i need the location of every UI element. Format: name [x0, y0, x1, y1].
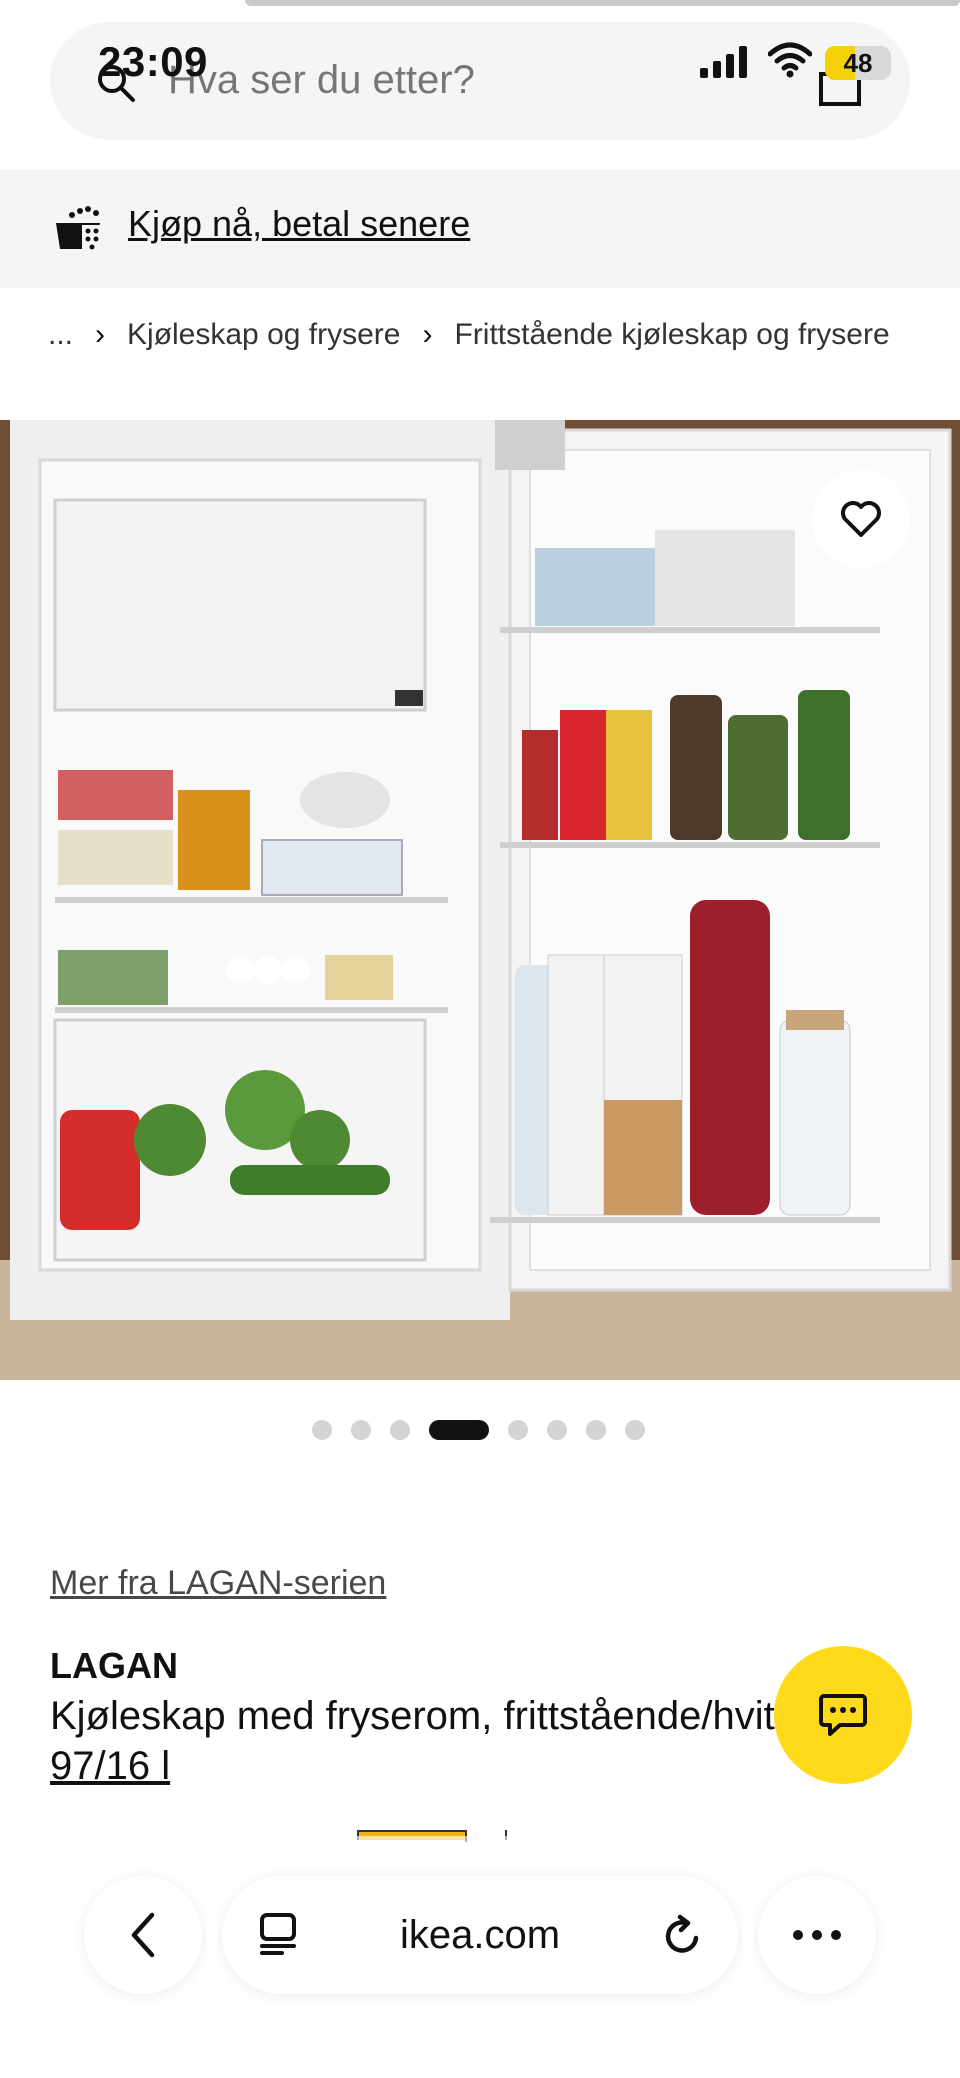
back-button[interactable] — [84, 1876, 202, 1994]
gallery-dot[interactable] — [547, 1420, 567, 1440]
chat-button[interactable] — [774, 1646, 912, 1784]
scroll-indicator — [245, 0, 960, 6]
product-description: Kjøleskap med fryserom, frittstående/hvi… — [50, 1694, 775, 1738]
gallery-dot[interactable] — [625, 1420, 645, 1440]
fridge-illustration — [0, 420, 960, 1380]
series-link[interactable]: Mer fra LAGAN-serien — [50, 1564, 386, 1603]
gallery-dot[interactable] — [586, 1420, 606, 1440]
gallery-dot[interactable] — [312, 1420, 332, 1440]
product-name: LAGAN — [50, 1645, 178, 1686]
favorite-button[interactable] — [812, 470, 910, 568]
product-image[interactable] — [0, 420, 960, 1380]
cellular-signal-icon — [700, 46, 747, 78]
breadcrumb-item-freestanding[interactable]: Frittstående kjøleskap og frysere — [454, 318, 889, 352]
gallery-pagination — [312, 1420, 664, 1440]
more-options-button[interactable] — [758, 1876, 876, 1994]
chevron-right-icon: › — [95, 318, 106, 351]
product-volume-link[interactable]: 97/16 l — [50, 1744, 170, 1789]
breadcrumb: ... › Kjøleskap og frysere › Frittståend… — [48, 318, 890, 352]
gallery-dot[interactable] — [351, 1420, 371, 1440]
heart-icon — [841, 501, 881, 537]
breadcrumb-item-fridges-freezers[interactable]: Kjøleskap og frysere — [127, 318, 400, 352]
battery-percent: 48 — [843, 48, 873, 78]
search-input[interactable]: Hva ser du etter? — [168, 58, 475, 103]
shopping-bag-dotted-icon — [56, 206, 102, 250]
ellipsis-icon — [793, 1930, 841, 1940]
chevron-right-icon: › — [422, 318, 433, 351]
pay-later-link[interactable]: Kjøp nå, betal senere — [128, 203, 470, 245]
gallery-dot[interactable] — [508, 1420, 528, 1440]
chat-bubble-icon — [819, 1694, 867, 1736]
chevron-left-icon — [131, 1912, 155, 1958]
gallery-dot[interactable] — [390, 1420, 410, 1440]
status-time: 23:09 — [98, 38, 208, 85]
breadcrumb-ellipsis[interactable]: ... — [48, 318, 73, 352]
wifi-icon — [768, 42, 812, 78]
battery-indicator: 48 — [825, 46, 891, 80]
gallery-dot-active[interactable] — [429, 1420, 489, 1440]
reload-icon[interactable] — [660, 1914, 704, 1958]
